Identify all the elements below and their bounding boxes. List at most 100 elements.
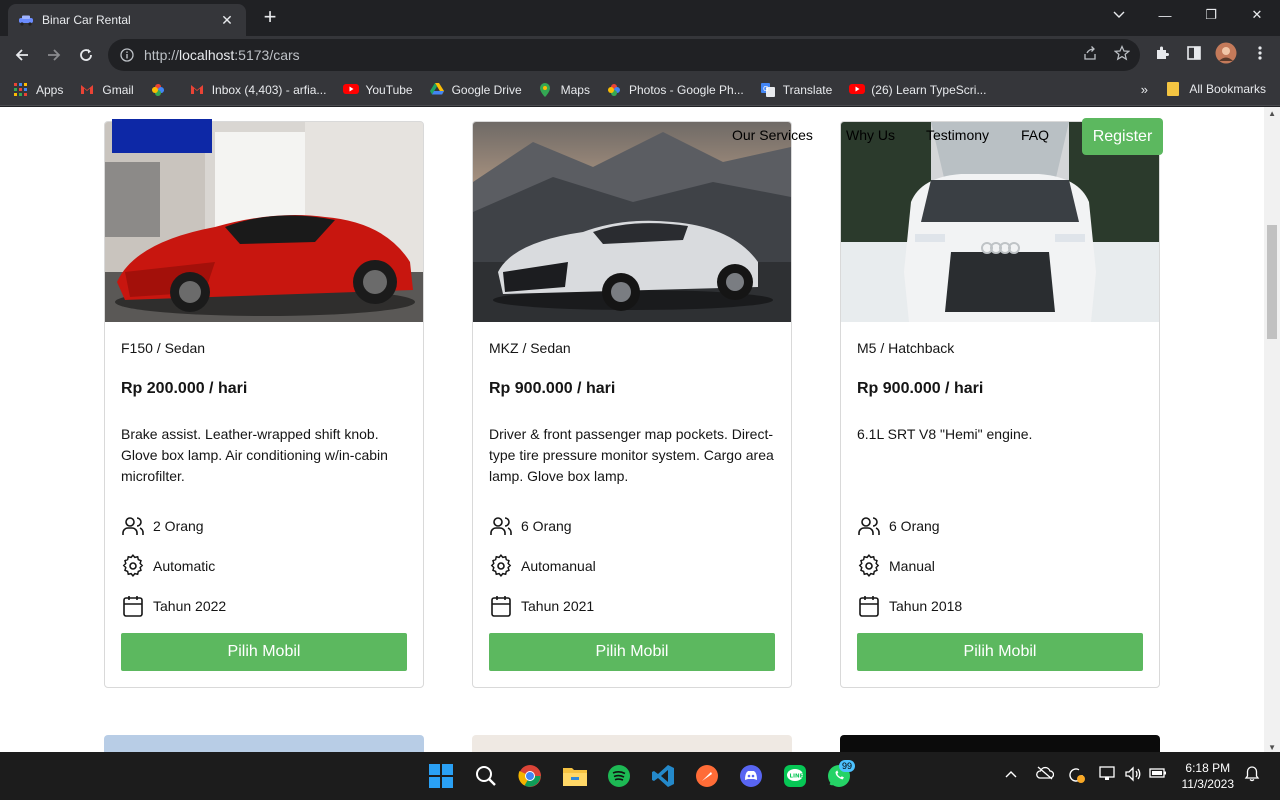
minimize-button[interactable]: —: [1142, 0, 1188, 30]
youtube-icon: [343, 83, 360, 97]
address-bar[interactable]: http://localhost:5173/cars: [108, 39, 1140, 71]
bookmark-label: Translate: [782, 82, 833, 97]
back-icon[interactable]: [10, 43, 34, 67]
info-icon[interactable]: [120, 48, 134, 62]
year-label: Tahun 2022: [153, 598, 227, 614]
svg-text:LINE: LINE: [790, 774, 804, 780]
car-name: F150 / Sedan: [121, 340, 206, 356]
volume-icon[interactable]: [1124, 766, 1142, 785]
bookmark-label: Photos - Google Ph...: [628, 82, 744, 97]
chrome-icon[interactable]: [516, 762, 544, 790]
capacity-label: 6 Orang: [889, 518, 940, 534]
transmission-spec: Manual: [857, 554, 935, 578]
translate-icon: G: [760, 82, 775, 97]
scroll-up-arrow-icon[interactable]: ▲: [1268, 109, 1276, 118]
battery-icon[interactable]: [1149, 766, 1167, 783]
all-bookmarks-folder[interactable]: All Bookmarks: [1167, 82, 1266, 96]
nav-why-us[interactable]: Why Us: [846, 127, 895, 143]
bookmark-translate[interactable]: G Translate: [760, 82, 833, 97]
cloud-offline-icon[interactable]: [1036, 766, 1055, 783]
bookmark-label: Inbox (4,403) - arfia...: [211, 82, 327, 97]
tab-close-icon[interactable]: ✕: [218, 11, 236, 29]
bookmark-label: Apps: [36, 82, 64, 97]
bookmark-youtube[interactable]: YouTube: [343, 83, 413, 97]
bookmarks-bar: Apps Gmail Inbox (4,403) - arfia... YouT…: [0, 74, 1280, 106]
car-card: M5 / Hatchback Rp 900.000 / hari 6.1L SR…: [840, 121, 1160, 688]
transmission-label: Manual: [889, 558, 935, 574]
bookmark-google-photos[interactable]: Photos - Google Ph...: [607, 83, 744, 97]
bookmark-photos[interactable]: [151, 83, 173, 97]
forward-icon[interactable]: [42, 43, 66, 67]
bookmark-label: Google Drive: [451, 82, 522, 97]
car-price: Rp 900.000 / hari: [489, 380, 616, 397]
users-icon: [857, 514, 881, 538]
gear-icon: [489, 554, 513, 578]
scroll-down-arrow-icon[interactable]: ▼: [1268, 743, 1276, 752]
web-page: F150 / Sedan Rp 200.000 / hari Brake ass…: [0, 107, 1280, 752]
url-host: localhost: [179, 47, 235, 63]
bookmark-apps[interactable]: Apps: [14, 82, 64, 97]
bookmarks-overflow-icon[interactable]: »: [1141, 82, 1148, 97]
profile-avatar[interactable]: [1215, 42, 1237, 64]
menu-kebab-icon[interactable]: [1251, 44, 1269, 62]
capacity-spec: 6 Orang: [489, 514, 572, 538]
photos-icon: [151, 83, 165, 97]
bookmark-inbox[interactable]: Inbox (4,403) - arfia...: [190, 82, 327, 97]
car-name: MKZ / Sedan: [489, 340, 571, 356]
bookmark-label: Maps: [560, 82, 590, 97]
brand-logo[interactable]: [112, 119, 212, 153]
nav-our-services[interactable]: Our Services: [732, 127, 813, 143]
choose-car-button[interactable]: Pilih Mobil: [121, 633, 407, 671]
choose-car-button[interactable]: Pilih Mobil: [489, 633, 775, 671]
capacity-label: 6 Orang: [521, 518, 572, 534]
spotify-icon[interactable]: [605, 762, 633, 790]
share-icon[interactable]: [1081, 44, 1099, 62]
year-spec: Tahun 2018: [857, 594, 962, 618]
restore-button[interactable]: ❐: [1188, 0, 1234, 30]
close-window-button[interactable]: ✕: [1234, 0, 1280, 30]
discord-icon[interactable]: [737, 762, 765, 790]
car-card: F150 / Sedan Rp 200.000 / hari Brake ass…: [104, 121, 424, 688]
bookmark-learn-typescript[interactable]: (26) Learn TypeScri...: [849, 83, 986, 97]
notifications-bell-icon[interactable]: [1244, 766, 1260, 785]
show-hidden-icons-icon[interactable]: [1005, 766, 1017, 781]
transmission-spec: Automanual: [489, 554, 596, 578]
bookmark-maps[interactable]: Maps: [539, 82, 590, 97]
file-explorer-icon[interactable]: [561, 762, 589, 790]
calendar-icon: [857, 594, 881, 618]
network-icon[interactable]: [1099, 766, 1117, 785]
year-spec: Tahun 2022: [121, 594, 226, 618]
windows-taskbar: LINE 99 6:18 PM 11/3/2023: [0, 752, 1280, 800]
line-icon[interactable]: LINE: [781, 762, 809, 790]
nav-testimony[interactable]: Testimony: [926, 127, 989, 143]
browser-tab[interactable]: Binar Car Rental ✕: [8, 4, 246, 36]
postman-icon[interactable]: [693, 762, 721, 790]
drive-icon: [429, 82, 444, 97]
nav-faq[interactable]: FAQ: [1021, 127, 1049, 143]
bookmark-star-icon[interactable]: [1113, 44, 1131, 62]
reload-icon[interactable]: [74, 43, 98, 67]
bookmark-gmail[interactable]: Gmail: [80, 82, 134, 97]
tab-search-icon[interactable]: [1096, 0, 1142, 30]
extensions-icon[interactable]: [1153, 44, 1171, 62]
clock-time: 6:18 PM: [1185, 761, 1231, 775]
page-scrollbar[interactable]: ▲ ▼: [1264, 107, 1280, 752]
year-label: Tahun 2018: [889, 598, 963, 614]
url-path: :5173/cars: [234, 47, 300, 63]
calendar-icon: [489, 594, 513, 618]
transmission-label: Automatic: [153, 558, 216, 574]
side-panel-icon[interactable]: [1185, 44, 1203, 62]
bookmark-label: Gmail: [102, 82, 134, 97]
scrollbar-thumb[interactable]: [1267, 225, 1277, 339]
search-icon[interactable]: [472, 762, 500, 790]
register-button[interactable]: Register: [1082, 118, 1163, 155]
vscode-icon[interactable]: [649, 762, 677, 790]
new-tab-button[interactable]: +: [258, 6, 282, 30]
sync-warning-icon[interactable]: [1067, 766, 1085, 787]
windows-start-icon[interactable]: [427, 762, 455, 790]
bookmark-google-drive[interactable]: Google Drive: [429, 82, 522, 97]
system-clock[interactable]: 6:18 PM 11/3/2023: [1182, 760, 1235, 792]
choose-car-button[interactable]: Pilih Mobil: [857, 633, 1143, 671]
transmission-label: Automanual: [521, 558, 596, 574]
capacity-spec: 6 Orang: [857, 514, 940, 538]
